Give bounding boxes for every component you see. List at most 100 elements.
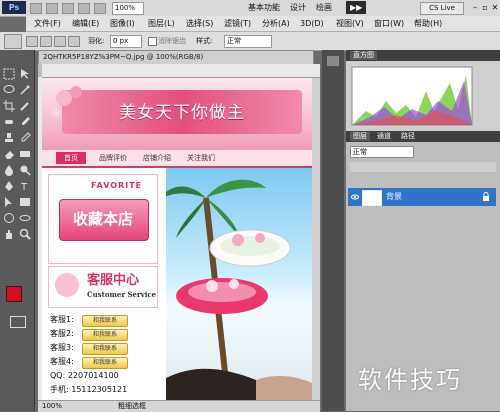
- nav-shop-intro[interactable]: 店铺介绍: [138, 152, 176, 164]
- service-row-label: 客服4:: [50, 357, 74, 366]
- workspace-more-button[interactable]: ▶▶: [346, 1, 367, 14]
- menu-filter[interactable]: 滤镜(T): [224, 18, 251, 29]
- antialias-checkbox[interactable]: [148, 37, 157, 46]
- zoom-tool-icon[interactable]: [94, 3, 106, 14]
- status-zoom[interactable]: 100%: [42, 401, 62, 412]
- path-select-icon[interactable]: [3, 196, 15, 208]
- customer-service-box: 客服中心 Customer Service: [48, 266, 158, 308]
- photoshop-logo: Ps: [2, 1, 26, 14]
- marquee-tool-icon[interactable]: [3, 68, 15, 80]
- bridge-icon[interactable]: [30, 3, 42, 14]
- workspace-design[interactable]: 设计: [290, 1, 306, 14]
- new-selection-icon[interactable]: [26, 36, 38, 47]
- layer-name: 背景: [386, 192, 402, 201]
- restore-icon[interactable]: ▫: [480, 3, 490, 12]
- add-selection-icon[interactable]: [40, 36, 52, 47]
- headset-icon: [55, 273, 79, 297]
- layer-row[interactable]: 背景: [348, 188, 496, 206]
- healing-brush-icon[interactable]: [3, 116, 15, 128]
- marquee-preset-icon[interactable]: [4, 34, 22, 49]
- zoom-tool-panel-icon[interactable]: [19, 228, 31, 240]
- menu-window[interactable]: 窗口(W): [374, 18, 404, 29]
- document-tab[interactable]: 2QHTKR5P18YZ%3PM~Q.jpg @ 100%(RGB/8): [38, 50, 314, 65]
- minimize-icon[interactable]: –: [470, 3, 480, 12]
- menu-layer[interactable]: 图层(L): [148, 18, 175, 29]
- nav-reviews[interactable]: 品牌评价: [94, 152, 132, 164]
- dodge-tool-icon[interactable]: [19, 164, 31, 176]
- beach-slippers-image: [166, 179, 312, 400]
- menu-edit[interactable]: 编辑(E): [72, 18, 99, 29]
- 3d-orbit-icon[interactable]: [19, 212, 31, 224]
- panel-toggle-icon[interactable]: [327, 56, 339, 66]
- zoom-level-field[interactable]: 100%: [112, 2, 144, 15]
- histogram-graph: [351, 66, 473, 126]
- contact-me-button[interactable]: 和我联系: [82, 329, 128, 341]
- status-bar: 100% 粗细选框: [38, 400, 320, 412]
- layers-panel-header: 图层 通道 路径: [346, 131, 500, 142]
- magic-wand-icon[interactable]: [19, 84, 31, 96]
- type-tool-icon[interactable]: T: [19, 180, 31, 192]
- 3d-rotate-icon[interactable]: [3, 212, 15, 224]
- menu-analysis[interactable]: 分析(A): [262, 18, 290, 29]
- visibility-eye-icon[interactable]: [351, 193, 359, 201]
- intersect-selection-icon[interactable]: [68, 36, 80, 47]
- cs-live-button[interactable]: CS Live: [420, 2, 464, 15]
- contact-me-button[interactable]: 和我联系: [82, 315, 128, 327]
- tab-channels[interactable]: 通道: [374, 132, 394, 141]
- style-select[interactable]: 正常: [224, 35, 272, 48]
- pen-tool-icon[interactable]: [3, 180, 15, 192]
- tab-histogram[interactable]: 直方图: [350, 51, 377, 60]
- menu-help[interactable]: 帮助(H): [414, 18, 442, 29]
- shape-tool-icon[interactable]: [19, 196, 31, 208]
- shop-banner: 美女天下你做主: [42, 78, 312, 150]
- service-row-label: 客服3:: [50, 343, 74, 352]
- menu-select[interactable]: 选择(S): [186, 18, 213, 29]
- history-brush-icon[interactable]: [19, 132, 31, 144]
- clone-stamp-icon[interactable]: [3, 132, 15, 144]
- hand-tool-panel-icon[interactable]: [3, 228, 15, 240]
- menu-view[interactable]: 视图(V): [336, 18, 364, 29]
- eraser-tool-icon[interactable]: [3, 148, 15, 160]
- quick-mask-icon[interactable]: [10, 316, 26, 328]
- nav-home[interactable]: 首页: [56, 152, 86, 164]
- favorite-button-label: 收藏本店: [72, 210, 133, 228]
- feather-input[interactable]: 0 px: [110, 35, 142, 48]
- document-canvas[interactable]: 美女天下你做主 首页 品牌评价 店铺介绍 关注我们 FAVORITE 收藏本店 …: [42, 78, 312, 400]
- histogram-panel: [346, 61, 500, 132]
- gradient-tool-icon[interactable]: [19, 148, 31, 160]
- menu-file[interactable]: 文件(F): [34, 18, 61, 29]
- hand-tool-icon[interactable]: [78, 3, 90, 14]
- foreground-color-swatch[interactable]: [6, 286, 22, 302]
- blend-mode-select[interactable]: 正常: [350, 146, 414, 158]
- eyedropper-icon[interactable]: [19, 100, 31, 112]
- move-tool-icon[interactable]: [19, 68, 31, 80]
- subtract-selection-icon[interactable]: [54, 36, 66, 47]
- view-extras-icon[interactable]: [62, 3, 74, 14]
- blur-tool-icon[interactable]: [3, 164, 15, 176]
- mini-bridge-icon[interactable]: [46, 3, 58, 14]
- status-info: 粗细选框: [118, 402, 146, 410]
- menu-image[interactable]: 图像(I): [110, 18, 135, 29]
- menu-3d[interactable]: 3D(D): [300, 18, 324, 29]
- workspace-painting[interactable]: 绘画: [316, 1, 332, 14]
- style-label: 样式:: [196, 37, 213, 45]
- workspace-essentials[interactable]: 基本功能: [248, 1, 280, 14]
- service-row-label: 客服1:: [50, 315, 74, 324]
- lasso-tool-icon[interactable]: [3, 84, 15, 96]
- close-icon[interactable]: ✕: [490, 3, 500, 12]
- svg-text:T: T: [20, 182, 28, 192]
- banner-title: 美女天下你做主: [119, 103, 245, 123]
- collapsed-panels-strip: [322, 50, 344, 411]
- contact-me-button[interactable]: 和我联系: [82, 343, 128, 355]
- canvas-scrollbar[interactable]: [312, 78, 320, 400]
- contact-me-button[interactable]: 和我联系: [82, 357, 128, 369]
- crop-tool-icon[interactable]: [3, 100, 15, 112]
- nav-follow[interactable]: 关注我们: [182, 152, 220, 164]
- brush-tool-icon[interactable]: [19, 116, 31, 128]
- tab-paths[interactable]: 路径: [398, 132, 418, 141]
- shop-nav: 首页 品牌评价 店铺介绍 关注我们: [42, 150, 312, 168]
- tab-layers[interactable]: 图层: [350, 132, 370, 141]
- service-row-label: 客服2:: [50, 329, 74, 338]
- lock-icon: [483, 192, 489, 201]
- lock-row: [350, 162, 496, 172]
